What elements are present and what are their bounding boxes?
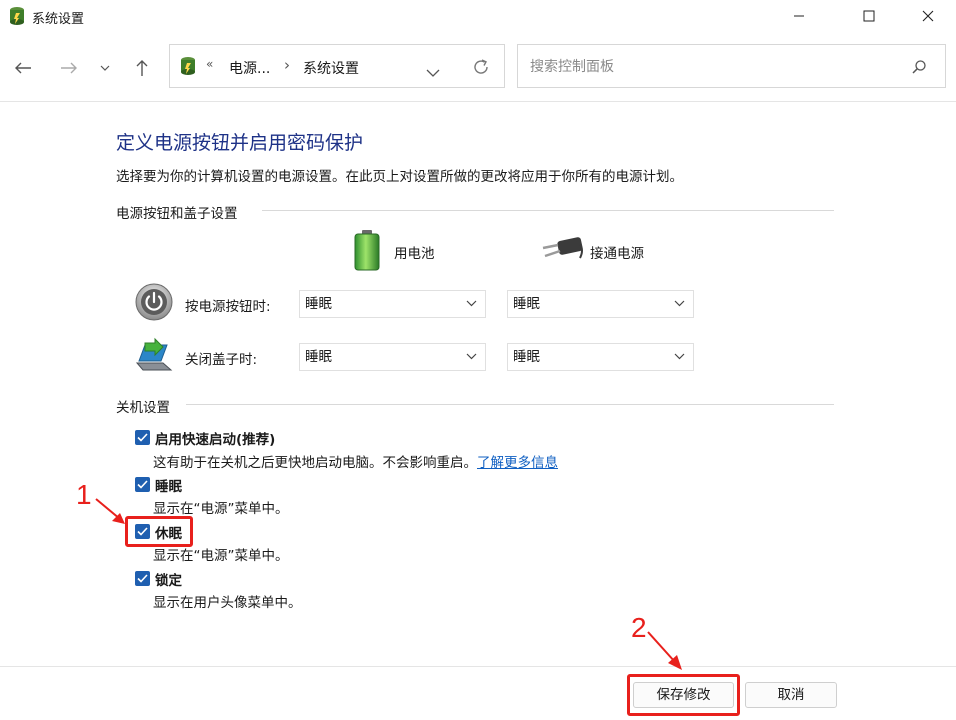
power-button-battery-select[interactable]: 睡眠 <box>299 290 486 318</box>
shutdown-section-divider <box>186 404 834 405</box>
arrow-right-icon <box>61 62 77 74</box>
chevron-down-icon <box>466 353 477 360</box>
footer-divider <box>0 666 956 667</box>
column-on-battery: 用电池 <box>394 246 435 262</box>
refresh-button[interactable] <box>472 58 490 80</box>
recent-locations-button[interactable] <box>93 54 117 82</box>
address-history-dropdown[interactable] <box>426 62 440 81</box>
checkmark-icon <box>137 480 148 489</box>
lock-checkbox[interactable] <box>135 571 150 586</box>
laptop-lid-icon <box>133 337 173 379</box>
lock-description: 显示在用户头像菜单中。 <box>153 595 302 611</box>
breadcrumb-separator[interactable]: › <box>284 56 290 74</box>
forward-button[interactable] <box>55 54 83 82</box>
shutdown-section-label: 关机设置 <box>116 400 170 416</box>
search-icon <box>912 60 926 74</box>
learn-more-link[interactable]: 了解更多信息 <box>477 455 558 471</box>
sleep-checkbox[interactable] <box>135 477 150 492</box>
refresh-icon <box>474 59 488 74</box>
fast-startup-desc-text: 这有助于在关机之后更快地启动电脑。不会影响重启。 <box>153 455 477 471</box>
minimize-icon <box>794 15 804 17</box>
search-input[interactable] <box>528 56 902 78</box>
maximize-button[interactable] <box>846 0 892 32</box>
breadcrumb-item-system-settings[interactable]: 系统设置 <box>303 58 359 78</box>
fast-startup-description: 这有助于在关机之后更快地启动电脑。不会影响重启。了解更多信息 <box>153 451 558 471</box>
select-value: 睡眠 <box>305 296 332 312</box>
power-options-app-icon <box>8 6 26 26</box>
cancel-button[interactable]: 取消 <box>745 682 837 708</box>
battery-icon <box>353 229 381 275</box>
select-value: 睡眠 <box>305 349 332 365</box>
breadcrumb-item-power[interactable]: 电源... <box>229 58 270 78</box>
up-button[interactable] <box>128 54 156 82</box>
annotation-highlight-save <box>627 674 740 716</box>
page-title: 定义电源按钮并启用密码保护 <box>116 132 364 154</box>
sleep-description: 显示在“电源”菜单中。 <box>153 501 289 517</box>
checkmark-icon <box>137 574 148 583</box>
window-title: 系统设置 <box>32 12 85 27</box>
sleep-title[interactable]: 睡眠 <box>155 475 182 495</box>
maximize-icon <box>863 10 875 22</box>
toolbar-divider <box>0 101 956 102</box>
chevron-down-icon <box>674 300 685 307</box>
chevron-down-icon <box>100 65 110 71</box>
select-value: 睡眠 <box>513 349 540 365</box>
hibernate-description: 显示在“电源”菜单中。 <box>153 548 289 564</box>
arrow-left-icon <box>15 62 31 74</box>
column-plugged-in: 接通电源 <box>590 246 644 262</box>
power-section-label: 电源按钮和盖子设置 <box>116 206 238 222</box>
power-plug-icon <box>540 236 584 268</box>
arrow-up-icon <box>136 60 148 76</box>
fast-startup-title[interactable]: 启用快速启动(推荐) <box>155 428 275 448</box>
lid-close-battery-select[interactable]: 睡眠 <box>299 343 486 371</box>
power-section-divider <box>262 210 834 211</box>
annotation-number-1: 1 <box>76 479 92 510</box>
address-bar[interactable]: « 电源... › 系统设置 <box>169 44 505 88</box>
power-button-icon <box>134 282 174 326</box>
close-icon <box>922 10 934 22</box>
close-window-button[interactable] <box>905 0 951 32</box>
select-value: 睡眠 <box>513 296 540 312</box>
search-button[interactable] <box>911 59 927 79</box>
page-description: 选择要为你的计算机设置的电源设置。在此页上对设置所做的更改将应用于你所有的电源计… <box>116 169 683 185</box>
back-button[interactable] <box>9 54 37 82</box>
annotation-arrow-2 <box>647 631 682 670</box>
lid-close-action-label: 关闭盖子时: <box>185 352 258 368</box>
power-options-location-icon <box>179 56 197 80</box>
annotation-highlight-hibernate <box>125 516 193 547</box>
power-button-plugged-select[interactable]: 睡眠 <box>507 290 694 318</box>
breadcrumb-overflow[interactable]: « <box>206 57 213 71</box>
lock-title[interactable]: 锁定 <box>155 569 182 589</box>
minimize-button[interactable] <box>776 0 822 32</box>
lid-close-plugged-select[interactable]: 睡眠 <box>507 343 694 371</box>
chevron-down-icon <box>674 353 685 360</box>
chevron-down-icon <box>466 300 477 307</box>
power-button-action-label: 按电源按钮时: <box>185 299 271 315</box>
chevron-down-icon <box>426 69 440 77</box>
title-bar: 系统设置 <box>0 0 956 32</box>
search-box[interactable] <box>517 44 946 88</box>
fast-startup-checkbox[interactable] <box>135 430 150 445</box>
checkmark-icon <box>137 433 148 442</box>
